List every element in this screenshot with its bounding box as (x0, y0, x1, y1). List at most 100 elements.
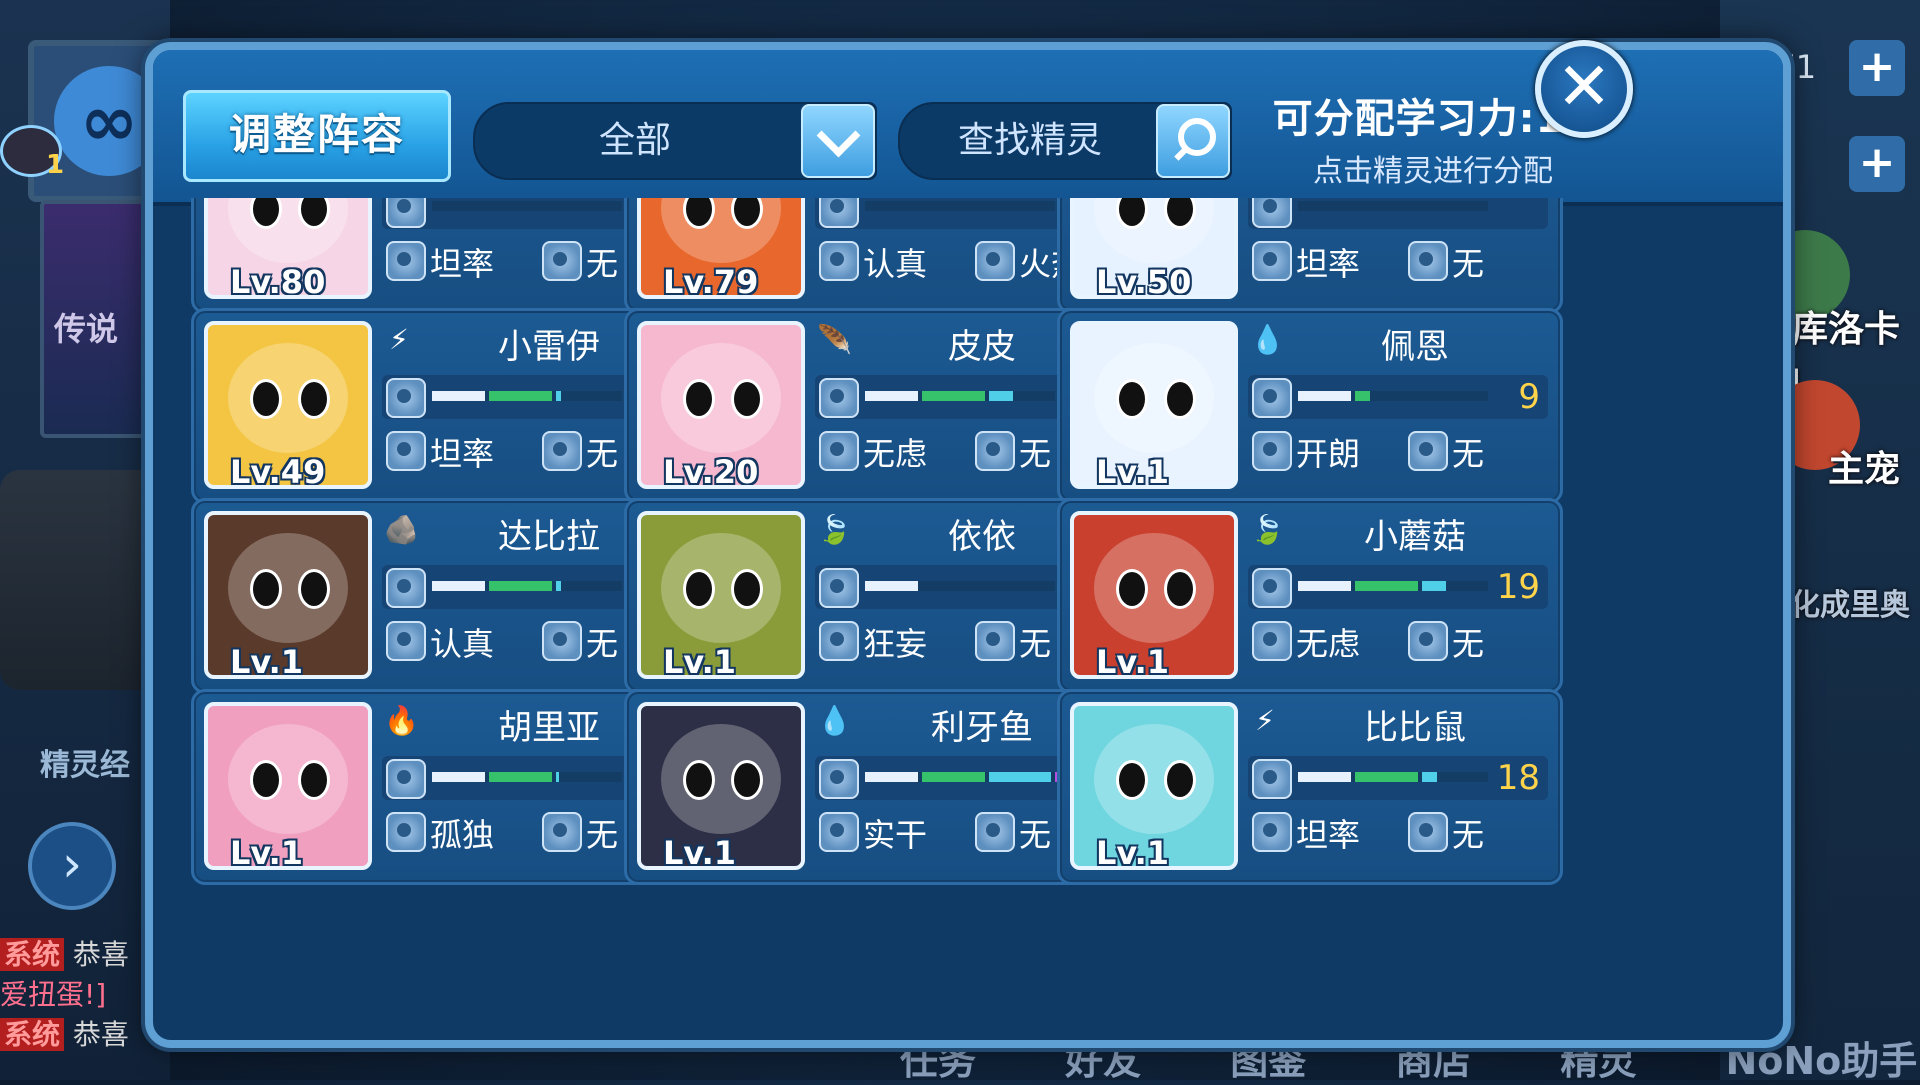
pet-eye (1116, 379, 1148, 419)
pet-ability: 无 (1019, 435, 1052, 473)
stat-bar-segment (555, 391, 561, 401)
stat-bar-segment (988, 391, 1013, 401)
pet-grid: Lv.80 坦率 无 Lv.79 认真 火热 Lv.50 坦率 无 Lv.49 … (191, 198, 1751, 1038)
stat-bar-segment (1421, 772, 1437, 782)
pet-eye (1116, 569, 1148, 609)
adjust-lineup-button[interactable]: 调整阵容 (183, 90, 451, 182)
pet-eye (683, 198, 715, 229)
pet-trait: 无虑 (1296, 625, 1361, 663)
stat-icon (819, 568, 859, 608)
stat-bar-segment (1298, 772, 1351, 782)
stat-value: 9 (1518, 377, 1540, 417)
pet-card[interactable]: Lv.1 ⚡ 比比鼠 18 坦率 无 (1057, 689, 1563, 885)
pet-portrait: Lv.1 (1070, 702, 1238, 870)
ability-icon (1408, 241, 1448, 281)
stat-row: 18 (1248, 756, 1548, 800)
pet-eye (298, 760, 330, 800)
expand-arrow-button[interactable]: › (28, 822, 116, 910)
pet-eye (1116, 760, 1148, 800)
stat-bar-segment (555, 772, 560, 782)
stat-bar-segment (432, 391, 485, 401)
pet-eye (731, 198, 763, 229)
pet-card[interactable]: Lv.1 💧 佩恩 9 开朗 无 (1057, 308, 1563, 504)
pet-eye (731, 760, 763, 800)
pet-card[interactable]: Lv.20 🪶 皮皮 19 无虑 无 (624, 308, 1130, 504)
pet-card[interactable]: Lv.80 坦率 无 (191, 198, 697, 314)
pet-eye (1164, 569, 1196, 609)
stat-bar-segment (489, 391, 552, 401)
pet-card[interactable]: Lv.1 🔥 胡里亚 15 孤独 无 (191, 689, 697, 885)
chevron-down-icon (816, 113, 861, 158)
pet-face (661, 198, 781, 263)
add-resource-button[interactable]: + (1849, 136, 1905, 192)
close-button[interactable]: ✕ (1535, 40, 1633, 138)
pet-eye (683, 379, 715, 419)
pet-level: Lv.1 (663, 834, 737, 870)
pet-ability: 无 (1452, 245, 1485, 283)
pet-trait: 坦率 (1296, 245, 1361, 283)
pet-eye (731, 569, 763, 609)
element-icon: 🪨 (384, 513, 419, 546)
ability-icon (975, 812, 1015, 852)
trait-icon (386, 431, 426, 471)
stat-bar (1298, 581, 1488, 591)
pet-card[interactable]: Lv.1 🍃 依依 6 狂妄 无 (624, 498, 1130, 694)
pet-face (1094, 724, 1214, 834)
pet-card[interactable]: Lv.50 坦率 无 (1057, 198, 1563, 314)
ability-icon (975, 621, 1015, 661)
stat-bar (865, 201, 1055, 211)
pet-eye (250, 760, 282, 800)
stat-bar-segment (489, 772, 552, 782)
pet-face (661, 343, 781, 453)
trait-icon (819, 241, 859, 281)
filter-dropdown[interactable]: 全部 (473, 102, 877, 180)
ability-icon (542, 812, 582, 852)
pet-eye (298, 379, 330, 419)
stat-bar-segment (432, 581, 485, 591)
system-tag: 系统 (0, 1018, 65, 1051)
pet-trait: 无虑 (863, 435, 928, 473)
search-button[interactable] (1156, 104, 1230, 178)
pet-card[interactable]: Lv.1 💧 利牙鱼 23 实干 无 (624, 689, 1130, 885)
stat-icon (1252, 568, 1292, 608)
pet-eye (250, 379, 282, 419)
trait-icon (819, 812, 859, 852)
pet-level: Lv.1 (1096, 453, 1170, 489)
pet-portrait: Lv.1 (204, 702, 372, 870)
stat-bar-segment (1421, 581, 1446, 591)
pet-ability: 无 (1019, 816, 1052, 854)
pet-face (661, 724, 781, 834)
stat-icon (1252, 198, 1292, 228)
pet-name: 小蘑菇 (1364, 517, 1466, 557)
pet-eye (298, 569, 330, 609)
pet-card[interactable]: Lv.79 认真 火热 (624, 198, 1130, 314)
pet-ability: 无 (1452, 625, 1485, 663)
pet-eye (683, 569, 715, 609)
chat-user: 爱扭蛋!] (0, 978, 107, 1011)
search-input[interactable]: 查找精灵 (898, 102, 1232, 180)
trait-icon (1252, 431, 1292, 471)
pet-card[interactable]: Lv.1 🪨 达比拉 16 认真 无 (191, 498, 697, 694)
trait-icon (819, 621, 859, 661)
trait-icon (386, 812, 426, 852)
stat-icon (819, 198, 859, 228)
stat-bar (865, 772, 1061, 782)
dropdown-button[interactable] (801, 104, 875, 178)
pet-face (228, 343, 348, 453)
ability-icon (542, 431, 582, 471)
add-resource-button[interactable]: + (1849, 40, 1905, 96)
pet-card[interactable]: Lv.1 🍃 小蘑菇 19 无虑 无 (1057, 498, 1563, 694)
stat-bar (1298, 772, 1488, 782)
stat-icon (386, 568, 426, 608)
ability-icon (975, 241, 1015, 281)
pet-ability: 无 (586, 816, 619, 854)
pet-trait: 认真 (430, 625, 495, 663)
stat-icon (819, 378, 859, 418)
pet-card[interactable]: Lv.49 ⚡ 小雷伊 16 坦率 无 (191, 308, 697, 504)
pet-level: Lv.50 (1096, 263, 1192, 299)
ability-icon (542, 241, 582, 281)
filter-value: 全部 (598, 120, 671, 161)
element-icon: ⚡ (389, 323, 409, 356)
pet-trait: 坦率 (1296, 816, 1361, 854)
trait-icon (386, 241, 426, 281)
